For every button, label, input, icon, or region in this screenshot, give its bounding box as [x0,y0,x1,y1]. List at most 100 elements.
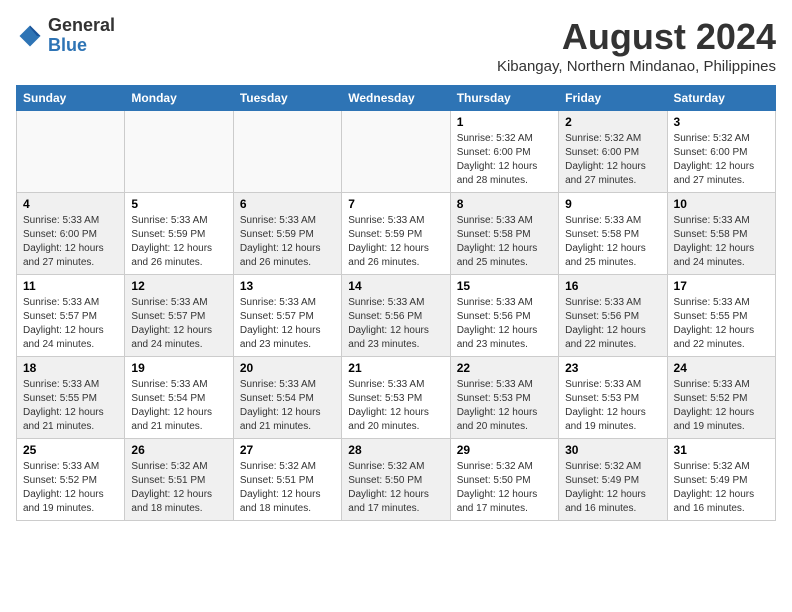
day-detail: Sunrise: 5:33 AM Sunset: 5:59 PM Dayligh… [131,214,226,270]
weekday-header-row: SundayMondayTuesdayWednesdayThursdayFrid… [17,86,776,111]
calendar-cell [17,111,125,193]
calendar-cell: 14 Sunrise: 5:33 AM Sunset: 5:56 PM Dayli… [342,275,450,357]
calendar-cell: 24 Sunrise: 5:33 AM Sunset: 5:52 PM Dayli… [667,357,775,439]
calendar-cell: 30 Sunrise: 5:32 AM Sunset: 5:49 PM Dayli… [559,439,667,521]
day-number: 22 [457,361,552,375]
day-number: 27 [240,443,335,457]
day-number: 13 [240,279,335,293]
day-number: 11 [23,279,118,293]
calendar-cell: 15 Sunrise: 5:33 AM Sunset: 5:56 PM Dayli… [450,275,558,357]
day-number: 8 [457,197,552,211]
calendar-cell: 7Sunrise: 5:33 AM Sunset: 5:59 PM Daylig… [342,193,450,275]
calendar-cell: 8 Sunrise: 5:33 AM Sunset: 5:58 PM Daylig… [450,193,558,275]
day-detail: Sunrise: 5:33 AM Sunset: 5:53 PM Dayligh… [348,378,443,434]
calendar-cell: 17 Sunrise: 5:33 AM Sunset: 5:55 PM Dayli… [667,275,775,357]
day-detail: Sunrise: 5:33 AM Sunset: 5:56 PM Dayligh… [457,296,552,352]
day-detail: Sunrise: 5:33 AM Sunset: 5:58 PM Dayligh… [457,214,552,270]
day-number: 9 [565,197,660,211]
calendar-cell: 23 Sunrise: 5:33 AM Sunset: 5:53 PM Dayli… [559,357,667,439]
calendar-week-4: 18Sunrise: 5:33 AM Sunset: 5:55 PM Dayli… [17,357,776,439]
calendar-cell: 27Sunrise: 5:32 AM Sunset: 5:51 PM Dayli… [233,439,341,521]
calendar-cell: 21 Sunrise: 5:33 AM Sunset: 5:53 PM Dayli… [342,357,450,439]
location-subtitle: Kibangay, Northern Mindanao, Philippines [497,58,776,75]
day-detail: Sunrise: 5:33 AM Sunset: 5:57 PM Dayligh… [23,296,118,352]
calendar-cell: 5Sunrise: 5:33 AM Sunset: 5:59 PM Daylig… [125,193,233,275]
day-detail: Sunrise: 5:32 AM Sunset: 6:00 PM Dayligh… [457,132,552,188]
day-detail: Sunrise: 5:33 AM Sunset: 5:54 PM Dayligh… [131,378,226,434]
day-number: 6 [240,197,335,211]
day-number: 20 [240,361,335,375]
day-detail: Sunrise: 5:33 AM Sunset: 5:57 PM Dayligh… [131,296,226,352]
calendar-cell: 16 Sunrise: 5:33 AM Sunset: 5:56 PM Dayli… [559,275,667,357]
calendar-week-1: 1 Sunrise: 5:32 AM Sunset: 6:00 PM Daylig… [17,111,776,193]
day-detail: Sunrise: 5:33 AM Sunset: 6:00 PM Dayligh… [23,214,118,270]
calendar-body: 1 Sunrise: 5:32 AM Sunset: 6:00 PM Daylig… [17,111,776,521]
day-number: 12 [131,279,226,293]
day-detail: Sunrise: 5:32 AM Sunset: 6:00 PM Dayligh… [565,132,660,188]
calendar-cell [342,111,450,193]
day-detail: Sunrise: 5:33 AM Sunset: 5:58 PM Dayligh… [565,214,660,270]
calendar-table: SundayMondayTuesdayWednesdayThursdayFrid… [16,85,776,521]
day-number: 1 [457,115,552,129]
day-number: 4 [23,197,118,211]
logo-general-text: General [48,16,115,36]
weekday-header-tuesday: Tuesday [233,86,341,111]
logo-icon [16,22,44,50]
day-detail: Sunrise: 5:33 AM Sunset: 5:53 PM Dayligh… [565,378,660,434]
calendar-cell: 3Sunrise: 5:32 AM Sunset: 6:00 PM Daylig… [667,111,775,193]
day-detail: Sunrise: 5:33 AM Sunset: 5:55 PM Dayligh… [23,378,118,434]
day-number: 14 [348,279,443,293]
day-number: 24 [674,361,769,375]
day-number: 23 [565,361,660,375]
day-detail: Sunrise: 5:33 AM Sunset: 5:56 PM Dayligh… [565,296,660,352]
calendar-cell: 9 Sunrise: 5:33 AM Sunset: 5:58 PM Daylig… [559,193,667,275]
day-number: 25 [23,443,118,457]
day-detail: Sunrise: 5:32 AM Sunset: 5:49 PM Dayligh… [565,460,660,516]
calendar-cell: 26 Sunrise: 5:32 AM Sunset: 5:51 PM Dayli… [125,439,233,521]
day-detail: Sunrise: 5:33 AM Sunset: 5:56 PM Dayligh… [348,296,443,352]
calendar-cell: 22 Sunrise: 5:33 AM Sunset: 5:53 PM Dayli… [450,357,558,439]
day-number: 19 [131,361,226,375]
calendar-cell: 19 Sunrise: 5:33 AM Sunset: 5:54 PM Dayli… [125,357,233,439]
calendar-cell: 6Sunrise: 5:33 AM Sunset: 5:59 PM Daylig… [233,193,341,275]
day-number: 31 [674,443,769,457]
day-number: 17 [674,279,769,293]
page-header: General Blue August 2024 Kibangay, North… [16,16,776,75]
calendar-week-2: 4 Sunrise: 5:33 AM Sunset: 6:00 PM Daylig… [17,193,776,275]
day-detail: Sunrise: 5:33 AM Sunset: 5:55 PM Dayligh… [674,296,769,352]
day-detail: Sunrise: 5:33 AM Sunset: 5:52 PM Dayligh… [23,460,118,516]
day-number: 30 [565,443,660,457]
calendar-cell: 2Sunrise: 5:32 AM Sunset: 6:00 PM Daylig… [559,111,667,193]
calendar-cell: 12 Sunrise: 5:33 AM Sunset: 5:57 PM Dayli… [125,275,233,357]
day-number: 28 [348,443,443,457]
logo-text: General Blue [48,16,115,56]
calendar-week-3: 11 Sunrise: 5:33 AM Sunset: 5:57 PM Dayli… [17,275,776,357]
weekday-header-sunday: Sunday [17,86,125,111]
day-detail: Sunrise: 5:33 AM Sunset: 5:52 PM Dayligh… [674,378,769,434]
day-detail: Sunrise: 5:33 AM Sunset: 5:53 PM Dayligh… [457,378,552,434]
calendar-cell: 18Sunrise: 5:33 AM Sunset: 5:55 PM Dayli… [17,357,125,439]
day-detail: Sunrise: 5:32 AM Sunset: 6:00 PM Dayligh… [674,132,769,188]
weekday-header-monday: Monday [125,86,233,111]
day-number: 15 [457,279,552,293]
calendar-cell: 10Sunrise: 5:33 AM Sunset: 5:58 PM Dayli… [667,193,775,275]
calendar-cell: 11 Sunrise: 5:33 AM Sunset: 5:57 PM Dayli… [17,275,125,357]
weekday-header-thursday: Thursday [450,86,558,111]
calendar-cell: 29 Sunrise: 5:32 AM Sunset: 5:50 PM Dayli… [450,439,558,521]
calendar-cell: 31 Sunrise: 5:32 AM Sunset: 5:49 PM Dayli… [667,439,775,521]
main-title: August 2024 [497,16,776,58]
calendar-cell [125,111,233,193]
day-number: 26 [131,443,226,457]
weekday-header-saturday: Saturday [667,86,775,111]
day-number: 16 [565,279,660,293]
day-detail: Sunrise: 5:32 AM Sunset: 5:49 PM Dayligh… [674,460,769,516]
day-detail: Sunrise: 5:33 AM Sunset: 5:57 PM Dayligh… [240,296,335,352]
day-detail: Sunrise: 5:33 AM Sunset: 5:54 PM Dayligh… [240,378,335,434]
day-number: 21 [348,361,443,375]
day-detail: Sunrise: 5:32 AM Sunset: 5:50 PM Dayligh… [457,460,552,516]
calendar-cell: 4 Sunrise: 5:33 AM Sunset: 6:00 PM Daylig… [17,193,125,275]
calendar-cell: 28Sunrise: 5:32 AM Sunset: 5:50 PM Dayli… [342,439,450,521]
logo-blue-text: Blue [48,36,115,56]
day-detail: Sunrise: 5:32 AM Sunset: 5:51 PM Dayligh… [131,460,226,516]
day-number: 29 [457,443,552,457]
